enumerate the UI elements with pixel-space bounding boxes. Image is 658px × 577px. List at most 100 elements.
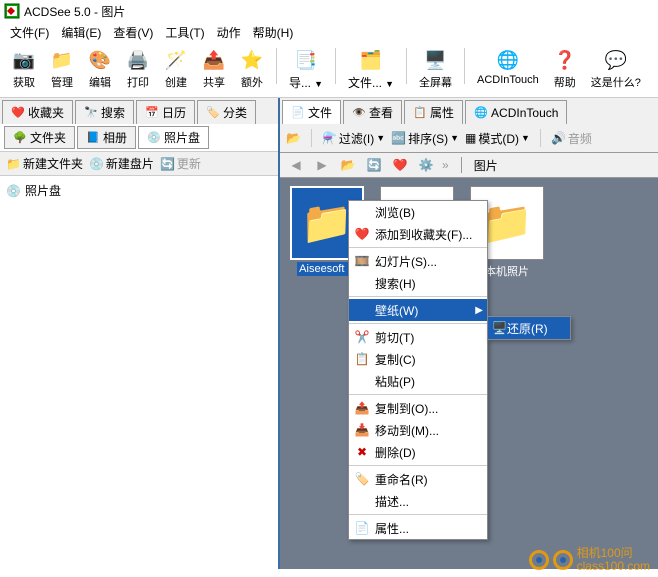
- menu-file[interactable]: 文件(F): [4, 22, 55, 43]
- nav-opts-button[interactable]: ⚙️: [416, 156, 436, 174]
- disc-icon: 💿: [6, 184, 21, 198]
- tree-icon: 🌳: [13, 131, 27, 145]
- main-toolbar: 📷获取 📁管理 🎨编辑 🖨️打印 🪄创建 📤共享 ⭐额外 📑导... ▼ 🗂️文…: [0, 42, 658, 98]
- ctx-rename[interactable]: 🏷️重命名(R): [349, 468, 487, 490]
- folder-up-icon[interactable]: 📂: [286, 131, 301, 145]
- heart-icon: ❤️: [353, 227, 371, 241]
- context-menu: 浏览(B) ❤️添加到收藏夹(F)... 🎞️幻灯片(S)... 搜索(H) 壁…: [348, 200, 488, 540]
- separator: [540, 129, 541, 147]
- app-icon: [4, 3, 20, 19]
- watermark: 相机100问 class100.com: [529, 547, 650, 573]
- ctx-cut[interactable]: ✂️剪切(T): [349, 326, 487, 348]
- fullscreen-icon: 🖥️: [424, 48, 448, 72]
- menu-edit[interactable]: 编辑(E): [55, 22, 107, 43]
- audio-button[interactable]: 🔊音频: [551, 130, 592, 147]
- menu-actions[interactable]: 动作: [211, 22, 247, 43]
- create-button[interactable]: 🪄创建: [158, 46, 194, 92]
- ctx-slide[interactable]: 🎞️幻灯片(S)...: [349, 250, 487, 272]
- whatsthis-button[interactable]: 💬这是什么?: [585, 46, 647, 92]
- tree-item[interactable]: 💿照片盘: [4, 180, 274, 201]
- new-folder-icon: 📁: [6, 157, 21, 171]
- eye-icon: 👁️: [352, 106, 366, 120]
- sort-icon: 🔤: [391, 131, 406, 145]
- ctx-browse[interactable]: 浏览(B): [349, 201, 487, 223]
- update-button[interactable]: 🔄更新: [160, 155, 201, 172]
- heart-icon: ❤️: [11, 106, 25, 120]
- nav-up-button[interactable]: 📂: [338, 156, 358, 174]
- tab-discs[interactable]: 💿照片盘: [138, 126, 209, 149]
- menu-view[interactable]: 查看(V): [107, 22, 159, 43]
- menu-tools[interactable]: 工具(T): [159, 22, 210, 43]
- nav-back-button[interactable]: ◀: [286, 156, 306, 174]
- chevron-right-icon: ▶: [475, 305, 483, 316]
- binoculars-icon: 🔭: [84, 106, 98, 120]
- globe-icon: 🌐: [474, 106, 488, 120]
- new-folder-button[interactable]: 📁新建文件夹: [6, 155, 83, 172]
- ctx-addfav[interactable]: ❤️添加到收藏夹(F)...: [349, 223, 487, 245]
- calendar-icon: 📅: [145, 106, 159, 120]
- tab-favorites[interactable]: ❤️收藏夹: [2, 100, 73, 124]
- fullscreen-button[interactable]: 🖥️全屏幕: [413, 46, 458, 92]
- help-icon: ❓: [553, 48, 577, 72]
- help-button[interactable]: ❓帮助: [547, 46, 583, 92]
- copy-icon: 📋: [353, 352, 371, 366]
- grid-icon: ▦: [465, 131, 476, 145]
- slide-icon: 🎞️: [353, 254, 371, 268]
- filter-icon: ⚗️: [322, 131, 337, 145]
- ctx-delete[interactable]: ✖删除(D): [349, 441, 487, 463]
- cut-icon: ✂️: [353, 330, 371, 344]
- ctx-moveto[interactable]: 📥移动到(M)...: [349, 419, 487, 441]
- copyto-icon: 📤: [353, 401, 371, 415]
- disc-icon: 💿: [147, 131, 161, 145]
- nav-fwd-button[interactable]: ▶: [312, 156, 332, 174]
- print-button[interactable]: 🖨️打印: [120, 46, 156, 92]
- rtab-file[interactable]: 📄文件: [282, 100, 341, 124]
- new-disc-button[interactable]: 💿新建盘片: [89, 155, 154, 172]
- monitor-icon: 🖥️: [492, 321, 507, 335]
- intouch-button[interactable]: 🌐ACDInTouch: [471, 46, 545, 88]
- export-icon: 📑: [294, 48, 318, 72]
- wizard-icon: 🪄: [164, 48, 188, 72]
- ctx-copy[interactable]: 📋复制(C): [349, 348, 487, 370]
- ctx-paste[interactable]: 粘贴(P): [349, 370, 487, 392]
- acquire-button[interactable]: 📷获取: [6, 46, 42, 92]
- manage-button[interactable]: 📁管理: [44, 46, 80, 92]
- export-button[interactable]: 📑导... ▼: [283, 46, 329, 93]
- album-icon: 📘: [86, 131, 100, 145]
- speaker-icon: 🔊: [551, 131, 566, 145]
- extras-button[interactable]: ⭐额外: [234, 46, 270, 92]
- filter-dropdown[interactable]: ⚗️过滤(I) ▼: [322, 130, 385, 147]
- ctx-copyto[interactable]: 📤复制到(O)...: [349, 397, 487, 419]
- tab-folders[interactable]: 🌳文件夹: [4, 126, 75, 149]
- left-panel: ❤️收藏夹 🔭搜索 📅日历 🏷️分类 🌳文件夹 📘相册 💿照片盘 📁新建文件夹 …: [0, 98, 280, 569]
- ctx-props[interactable]: 📄属性...: [349, 517, 487, 539]
- mode-dropdown[interactable]: ▦模式(D) ▼: [465, 130, 530, 147]
- edit-button[interactable]: 🎨编辑: [82, 46, 118, 92]
- star-icon: ⭐: [240, 48, 264, 72]
- menu-help[interactable]: 帮助(H): [247, 22, 300, 43]
- file-button[interactable]: 🗂️文件... ▼: [342, 46, 400, 93]
- ctx-wallpaper[interactable]: 壁纸(W)▶: [349, 299, 487, 321]
- nav-fav-button[interactable]: ❤️: [390, 156, 410, 174]
- tab-albums[interactable]: 📘相册: [77, 126, 136, 149]
- separator: [406, 48, 407, 84]
- nav-refresh-button[interactable]: 🔄: [364, 156, 384, 174]
- camera-icon: 📷: [12, 48, 36, 72]
- delete-icon: ✖: [353, 445, 371, 459]
- tab-categories[interactable]: 🏷️分类: [197, 100, 256, 124]
- tab-calendar[interactable]: 📅日历: [136, 100, 195, 124]
- watermark-icon: [553, 550, 573, 570]
- share-button[interactable]: 📤共享: [196, 46, 232, 92]
- ctx-desc[interactable]: 描述...: [349, 490, 487, 512]
- props-icon: 📄: [353, 521, 371, 535]
- globe-icon: 🌐: [496, 48, 520, 72]
- sub-restore[interactable]: 🖥️还原(R): [488, 317, 570, 339]
- rtab-intouch[interactable]: 🌐ACDInTouch: [465, 100, 567, 124]
- rtab-props[interactable]: 📋属性: [404, 100, 463, 124]
- ctx-search[interactable]: 搜索(H): [349, 272, 487, 294]
- tab-search[interactable]: 🔭搜索: [75, 100, 134, 124]
- rtab-view[interactable]: 👁️查看: [343, 100, 402, 124]
- sort-dropdown[interactable]: 🔤排序(S) ▼: [391, 130, 459, 147]
- moveto-icon: 📥: [353, 423, 371, 437]
- printer-icon: 🖨️: [126, 48, 150, 72]
